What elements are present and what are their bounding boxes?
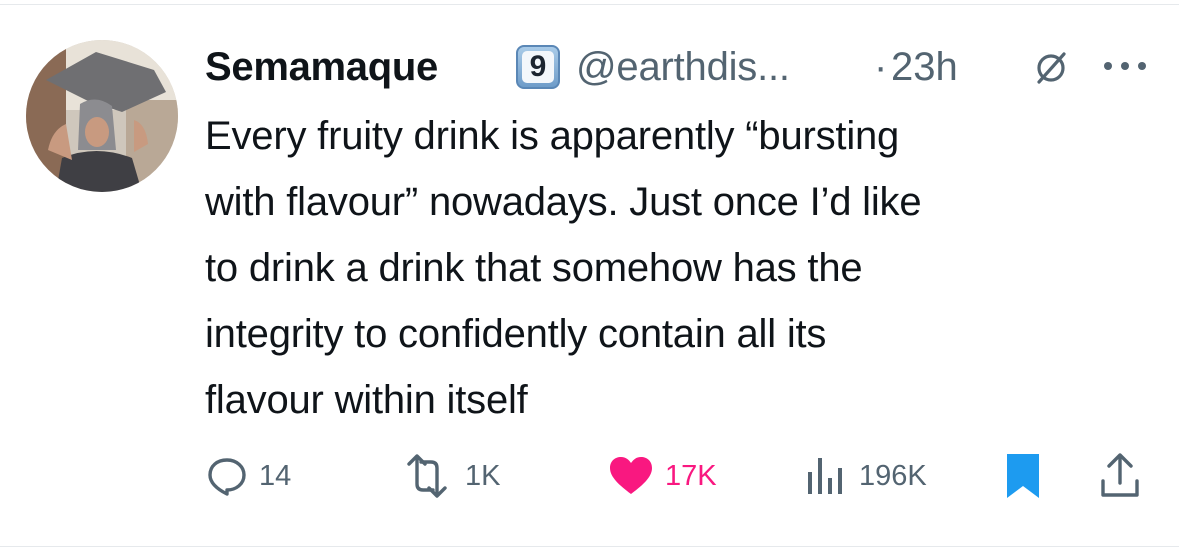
bottom-divider (0, 546, 1179, 547)
tweet-text: Every fruity drink is apparently “bursti… (205, 114, 922, 422)
bookmark-icon (1007, 454, 1039, 498)
action-bar: 14 1K 17K 196K (0, 448, 1179, 504)
separator-dot: · (874, 45, 888, 89)
reply-button[interactable]: 14 (205, 448, 291, 504)
top-divider (0, 4, 1179, 5)
tweet-header: Semamaque 9 @earthdis... · 23h (205, 40, 1165, 96)
like-count: 17K (665, 460, 717, 492)
views-button[interactable]: 196K (805, 448, 927, 504)
badge-number: 9 (522, 51, 554, 83)
like-button[interactable]: 17K (607, 448, 717, 504)
user-handle[interactable]: @earthdis... (576, 42, 790, 92)
reply-count: 14 (259, 460, 292, 492)
bookmark-button[interactable] (1003, 448, 1043, 504)
views-count: 196K (859, 460, 927, 492)
share-button[interactable] (1099, 448, 1141, 504)
repost-button[interactable]: 1K (399, 448, 500, 504)
timestamp[interactable]: 23h (891, 42, 958, 92)
share-icon (1101, 453, 1139, 497)
views-icon (808, 458, 842, 494)
reply-icon (208, 458, 246, 496)
display-name[interactable]: Semamaque (205, 42, 438, 92)
avatar[interactable] (26, 40, 178, 192)
grok-icon[interactable] (1033, 50, 1069, 86)
heart-icon (610, 457, 652, 494)
more-icon[interactable] (1102, 59, 1148, 73)
repost-count: 1K (465, 460, 501, 492)
affiliate-badge[interactable]: 9 (516, 45, 560, 89)
repost-icon (407, 454, 447, 498)
